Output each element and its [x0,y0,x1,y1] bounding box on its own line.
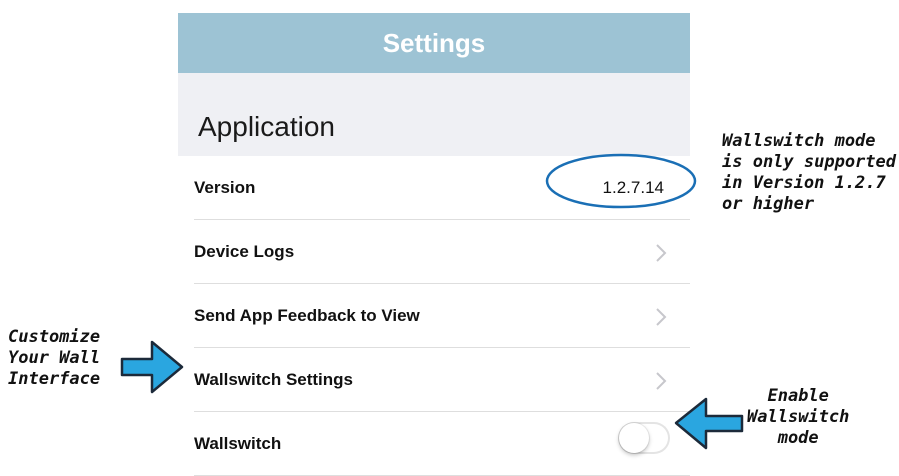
version-highlight-ellipse [545,153,697,209]
customize-note: Customize Your Wall Interface [8,327,101,389]
arrow-right-icon [120,340,184,394]
version-support-note: Wallswitch mode is only supported in Ver… [722,131,896,214]
arrow-left-icon [674,397,744,450]
enable-wallswitch-note: Enable Wallswitch mode [747,386,850,448]
